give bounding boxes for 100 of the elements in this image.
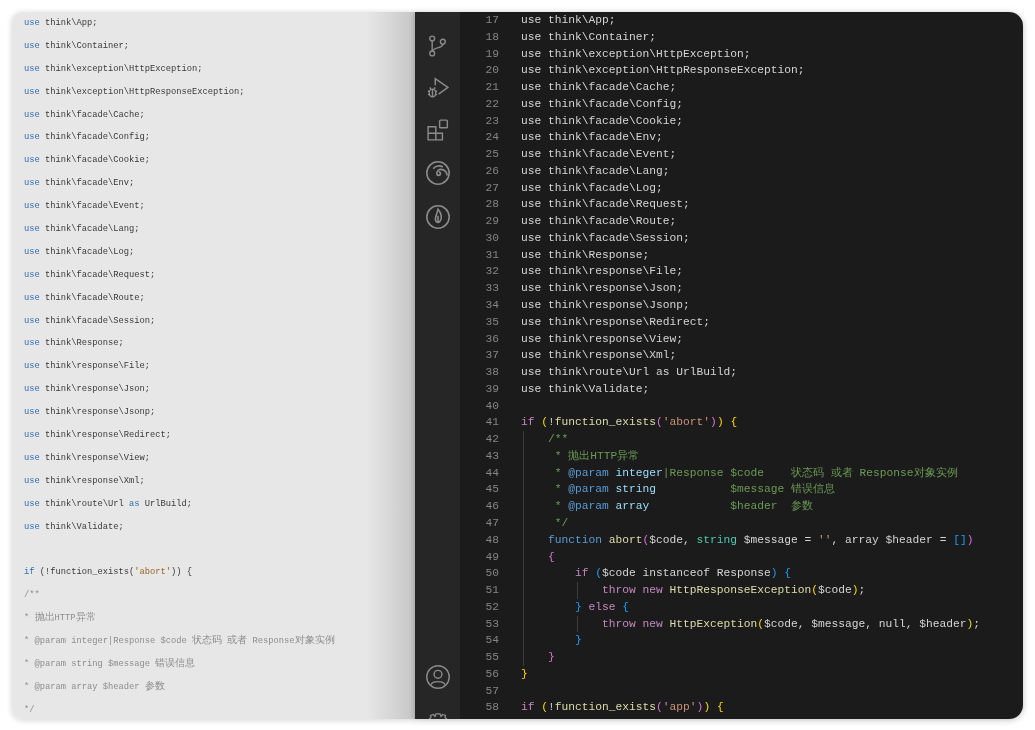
line-number: 27 — [485, 180, 499, 196]
code-line: use think\App; — [521, 13, 616, 28]
line-number: 21 — [485, 80, 499, 96]
code-line: use think\facade\Lang; — [24, 223, 140, 235]
line-number: 28 — [485, 197, 499, 213]
code-line: use think\facade\Route; — [521, 214, 677, 230]
code-line: use think\response\File; — [24, 360, 151, 373]
code-line: use think\facade\Session; — [24, 314, 156, 327]
code-line: use think\response\Redirect; — [24, 429, 172, 442]
code-line: use think\facade\Cookie; — [521, 113, 684, 129]
line-number: 36 — [485, 331, 499, 347]
line-number: 34 — [485, 298, 499, 313]
line-number: 32 — [485, 264, 499, 280]
code-line: use think\exception\HttpException; — [521, 46, 751, 62]
code-line: } — [575, 633, 582, 649]
line-number: 57 — [485, 683, 499, 699]
code-line: if (!function_exists('abort')) { — [521, 415, 738, 431]
line-number: 24 — [485, 130, 499, 146]
code-line: use think\response\Json; — [24, 383, 151, 396]
line-number: 40 — [485, 398, 499, 414]
code-line: use think\Validate; — [521, 381, 650, 397]
code-line: } — [548, 650, 555, 666]
code-line: use think\facade\Log; — [24, 245, 135, 258]
line-number: 26 — [485, 163, 499, 179]
code-line: use think\facade\Env; — [521, 130, 663, 146]
code-line: use think\response\View; — [24, 451, 151, 464]
code-line: use think\exception\HttpException; — [24, 62, 203, 75]
line-number: 49 — [485, 549, 499, 565]
code-line: use think\route\Url as UrlBuild; — [24, 497, 193, 510]
code-line: */ — [554, 515, 569, 531]
code-line: function abort($code, string $message = '', array $header = []) — [548, 532, 974, 548]
code-line: if ($code instanceof Response) { — [575, 566, 792, 582]
code-line: use think\facade\Lang; — [521, 163, 670, 179]
line-number: 47 — [485, 515, 499, 531]
line-number: 20 — [485, 63, 499, 79]
code-line: throw new HttpException($code, $message, null, $header); — [602, 616, 981, 632]
code-line: use think\response\Redirect; — [521, 314, 711, 330]
code-line: use think\Response; — [24, 337, 124, 350]
squares-icon[interactable] — [426, 119, 449, 141]
line-number: 45 — [485, 482, 499, 498]
line-number: 53 — [485, 616, 499, 632]
play-bug-icon[interactable] — [426, 77, 449, 99]
branch-icon[interactable] — [429, 35, 446, 57]
code-line: use think\Container; — [521, 29, 657, 45]
code-line: use think\facade\Route; — [24, 291, 145, 304]
code-line: use think\facade\Cache; — [24, 108, 145, 121]
code-line: * @param string $message 错误信息 — [554, 482, 836, 498]
code-line: { — [548, 549, 555, 565]
code-line: use think\response\Xml; — [24, 474, 145, 487]
code-line: use think\facade\Request; — [521, 197, 690, 213]
code-line: * @param integer|Response $code 状态码 或者 Response对象实例 — [24, 635, 335, 648]
code-line: throw new HttpResponseException($code); — [602, 583, 866, 599]
line-number: 43 — [485, 448, 499, 464]
line-number: 41 — [485, 415, 499, 431]
code-line: if (!function_exists('abort')) { — [24, 566, 193, 579]
user-icon[interactable] — [425, 665, 450, 689]
line-number: 50 — [485, 566, 499, 582]
code-line: * 抛出HTTP异常 — [554, 448, 640, 464]
line-number: 29 — [485, 214, 499, 230]
code-line: use think\response\Jsonp; — [24, 406, 156, 419]
code-line: use think\Container; — [24, 39, 130, 52]
line-number: 17 — [485, 13, 499, 28]
code-line: use think\facade\Event; — [521, 147, 677, 163]
code-line: * @param integer|Response $code 状态码 或者 Response对象实例 — [554, 465, 958, 481]
code-line: use think\response\View; — [521, 331, 684, 347]
code-line: } else { — [575, 599, 630, 615]
gear-icon[interactable] — [427, 713, 448, 719]
code-line: use think\App; — [24, 17, 98, 29]
code-line: use think\facade\Session; — [521, 230, 690, 246]
flame-circle-icon[interactable] — [425, 205, 450, 229]
line-number: 35 — [485, 314, 499, 330]
line-number: 55 — [485, 650, 499, 666]
code-line: use think\response\Json; — [521, 281, 684, 297]
code-line: use think\facade\Cookie; — [24, 154, 151, 167]
line-number: 38 — [485, 365, 499, 381]
line-number: 31 — [485, 247, 499, 263]
line-number: 30 — [485, 230, 499, 246]
code-line: */ — [24, 703, 35, 716]
spiral-icon[interactable] — [425, 161, 450, 185]
code-line: use think\route\Url as UrlBuild; — [521, 365, 738, 381]
code-line: if (!function_exists('app')) { — [521, 700, 724, 716]
code-line: use think\response\File; — [521, 264, 684, 280]
code-line: use think\exception\HttpResponseException; — [521, 63, 805, 79]
line-number: 23 — [485, 113, 499, 129]
code-line: /** — [24, 589, 40, 602]
line-number: 44 — [485, 465, 499, 481]
line-number: 18 — [485, 29, 499, 45]
code-line: use think\facade\Config; — [24, 131, 151, 144]
code-line: use think\facade\Config; — [521, 96, 684, 112]
line-number: 54 — [485, 633, 499, 649]
line-number: 51 — [485, 583, 499, 599]
code-line: * @param string $message 错误信息 — [24, 657, 196, 670]
code-line: use think\response\Jsonp; — [521, 298, 690, 313]
line-number: 33 — [485, 281, 499, 297]
line-number: 39 — [485, 381, 499, 397]
line-number: 46 — [485, 499, 499, 515]
code-line: use think\facade\Request; — [24, 268, 156, 281]
code-line: /** — [548, 432, 569, 448]
line-number: 52 — [485, 599, 499, 615]
code-line: use think\facade\Log; — [521, 180, 663, 196]
